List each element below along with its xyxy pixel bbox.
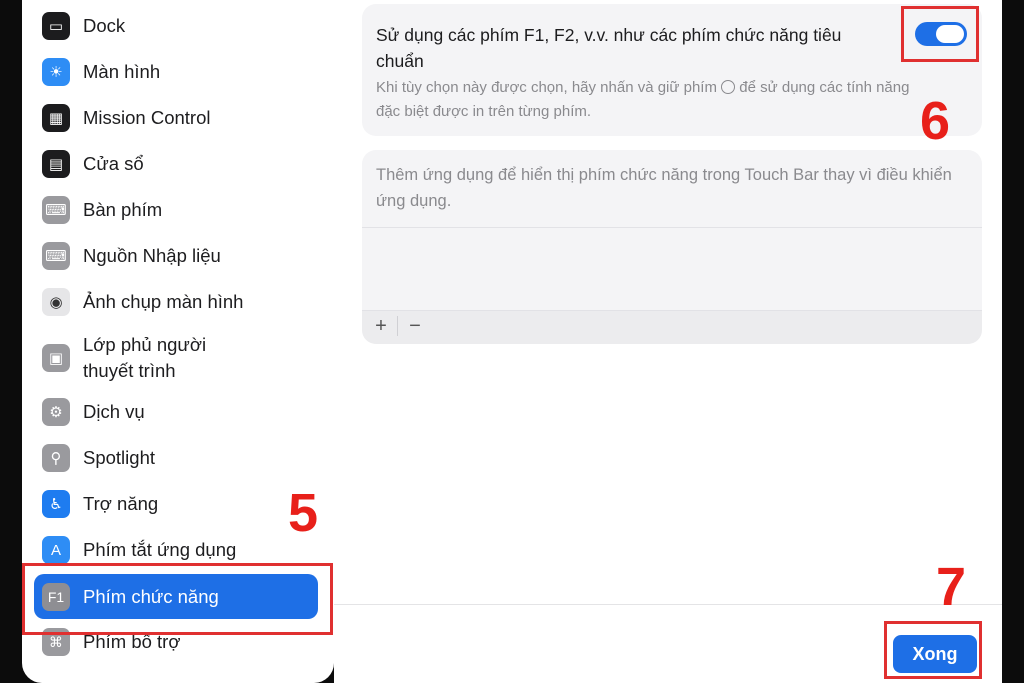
sidebar-item-lớp-phủ-người-thuyết-trình[interactable]: ▣ Lớp phủ người thuyết trình: [42, 332, 312, 384]
presenter-icon: ▣: [42, 344, 70, 372]
sidebar-item-label: Dịch vụ: [83, 401, 145, 422]
sidebar-item-label: Màn hình: [83, 61, 161, 82]
sidebar-item-label: Cửa sổ: [83, 153, 144, 174]
highlight-box-step7: [884, 621, 982, 679]
sidebar-item-màn-hình[interactable]: ☀ Màn hình: [42, 58, 312, 86]
footer-divider: [334, 604, 1002, 605]
window-icon: ▤: [42, 150, 70, 178]
accessibility-icon: ♿: [42, 490, 70, 518]
keyboard-icon: ⌨: [42, 196, 70, 224]
sidebar-item-phím-tắt-ứng-dụng[interactable]: A Phím tắt ứng dụng: [42, 536, 312, 564]
remove-app-button[interactable]: −: [400, 314, 430, 338]
sidebar-item-label: Ảnh chụp màn hình: [83, 291, 244, 312]
option-description: Khi tùy chọn này được chọn, hãy nhấn và …: [376, 79, 910, 120]
highlight-box-step5: [22, 563, 333, 635]
sun-icon: ☀: [42, 58, 70, 86]
mission-control-icon: ▦: [42, 104, 70, 132]
sidebar-item-label: Bàn phím: [83, 199, 163, 220]
sidebar-item-ảnh-chụp-màn-hình[interactable]: ◉ Ảnh chụp màn hình: [42, 288, 312, 316]
step-number-7: 7: [936, 557, 967, 617]
sidebar-item-mission-control[interactable]: ▦ Mission Control: [42, 104, 312, 132]
sidebar-item-dịch-vụ[interactable]: ⚙ Dịch vụ: [42, 398, 312, 426]
add-app-button[interactable]: +: [366, 314, 396, 338]
list-toolbar: [362, 310, 982, 344]
sidebar-item-label: Mission Control: [83, 107, 211, 128]
camera-icon: ◉: [42, 288, 70, 316]
magnifier-icon: ⚲: [42, 444, 70, 472]
sidebar-item-label: Dock: [83, 15, 126, 36]
divider: [362, 227, 982, 228]
dock-icon: ▭: [42, 12, 70, 40]
sidebar-item-dock[interactable]: ▭ Dock: [42, 12, 312, 40]
sidebar-item-label: Phím tắt ứng dụng: [83, 539, 237, 560]
globe-icon: [721, 80, 736, 94]
sidebar-item-nguồn-nhập-liệu[interactable]: ⌨ Nguồn Nhập liệu: [42, 242, 312, 270]
sidebar-item-label: Lớp phủ người thuyết trình: [83, 334, 207, 381]
sidebar-item-cửa-sổ[interactable]: ▤ Cửa sổ: [42, 150, 312, 178]
sidebar-item-bàn-phím[interactable]: ⌨ Bàn phím: [42, 196, 312, 224]
function-keys-option-card: Sử dụng các phím F1, F2, v.v. như các ph…: [362, 4, 982, 136]
sidebar-item-label: Trợ năng: [83, 493, 159, 514]
highlight-box-step6: [901, 6, 979, 62]
sidebar-item-label: Nguồn Nhập liệu: [83, 245, 221, 266]
apps-hint: Thêm ứng dụng để hiển thị phím chức năng…: [376, 166, 952, 210]
sidebar-item-spotlight[interactable]: ⚲ Spotlight: [42, 444, 312, 472]
gears-icon: ⚙: [42, 398, 70, 426]
keyboard-icon: ⌨: [42, 242, 70, 270]
divider: [397, 316, 398, 336]
app-store-icon: A: [42, 536, 70, 564]
step-number-6: 6: [920, 91, 951, 151]
sidebar-item-trợ-năng[interactable]: ♿ Trợ năng: [42, 490, 312, 518]
step-number-5: 5: [288, 483, 319, 543]
sidebar-item-label: Spotlight: [83, 447, 155, 468]
option-title: Sử dụng các phím F1, F2, v.v. như các ph…: [376, 25, 842, 71]
touch-bar-apps-card: Thêm ứng dụng để hiển thị phím chức năng…: [362, 150, 982, 344]
